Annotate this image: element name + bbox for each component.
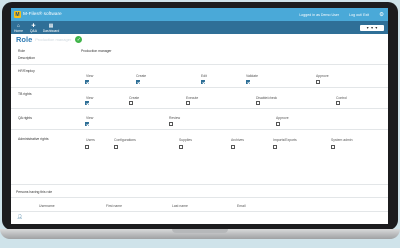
logo-letter: M [15,11,20,18]
tb-col-create: Create [129,96,140,100]
tb-col-view: View [86,96,94,100]
nav-dashboard-label: Dashboard [42,29,60,33]
tb-checkbox[interactable] [85,101,89,105]
qa-checkbox[interactable] [85,122,89,126]
hf-checkbox[interactable] [85,80,89,84]
hf-col-view: View [86,74,94,78]
check-icon[interactable]: ✓ [75,36,83,43]
logout-link[interactable]: Log out/ Exit [349,13,369,17]
description-label: Description [18,56,35,60]
admin-col-system-admin: System admin [331,138,353,142]
divider [11,184,388,185]
rights-label-admin: Administrative rights [18,137,49,141]
laptop-notch [172,229,228,233]
admin-checkbox[interactable] [179,145,183,149]
qa-col-review: Review [169,116,181,120]
hf-checkbox[interactable] [201,80,205,84]
top-right-area: Logged in as Demo User Log out/ Exit ⚙ [299,12,384,18]
admin-checkbox[interactable] [85,145,89,149]
users-col-lastname[interactable]: Last name [172,204,188,208]
admin-checkbox[interactable] [114,145,118,149]
admin-checkbox[interactable] [273,145,277,149]
title-bar: Role Production manager ✓ [11,34,388,45]
hf-col-validate: Validate [246,74,259,78]
user-icon[interactable]: 👤︎ [17,214,23,220]
qa-checkbox[interactable] [169,122,173,126]
admin-checkbox[interactable] [231,145,235,149]
hf-col-approve: Approve [316,74,329,78]
nav-home-label: Home [13,29,24,33]
rights-label-hf: HF/Employ [18,69,35,73]
tb-col-disable: Disable/check [256,96,278,100]
tb-checkbox[interactable] [256,101,260,105]
qa-checkbox[interactable] [276,122,280,126]
nav-dashboard[interactable]: ▦ Dashboard [41,23,61,34]
divider [11,211,388,212]
qa-col-approve: Approve [276,116,289,120]
tb-col-control: Control [336,96,347,100]
admin-col-archives: Archives [231,138,245,142]
hf-checkbox[interactable] [316,80,320,84]
tb-col-execute: Execute [186,96,199,100]
user-link[interactable]: Logged in as Demo User [299,13,339,17]
admin-col-users: Users [86,138,95,142]
nav-qa-label: Q&A [29,29,38,33]
gear-icon[interactable]: ⚙ [379,12,384,18]
divider [11,197,388,198]
page-title: Role [16,35,33,44]
role-value[interactable]: Production manager [81,49,112,53]
qa-col-view: View [86,116,94,120]
nav-action-button[interactable]: ▼ ▼ ▼ [360,25,384,31]
rights-label-qa: QA rights [18,116,32,120]
users-section-title: Persons having this role [16,190,53,194]
nav-home[interactable]: ⌂ Home [11,23,26,34]
divider [11,87,388,88]
page-subtitle: Production manager [35,37,72,42]
app-logo-icon[interactable]: M [14,11,21,18]
users-col-email[interactable]: Email [237,204,245,208]
divider [11,129,388,130]
rights-label-tb: TB rights [18,92,32,96]
divider [11,108,388,109]
admin-col-supplies: Supplies [179,138,193,142]
nav-qa[interactable]: ✚ Q&A [26,23,41,34]
users-col-firstname[interactable]: First name [106,204,122,208]
hf-col-edit: Edit [201,74,207,78]
admin-col-imports: Imports/Exports [273,138,297,142]
brand-name: M-Files® software [23,12,62,17]
divider [11,64,388,65]
tb-checkbox[interactable] [186,101,190,105]
users-col-username[interactable]: Username [39,204,55,208]
nav-bar: ⌂ Home ✚ Q&A ▦ Dashboard ▼ ▼ ▼ [11,21,388,34]
hf-col-create: Create [136,74,147,78]
tb-checkbox[interactable] [129,101,133,105]
admin-checkbox[interactable] [331,145,335,149]
hf-checkbox[interactable] [136,80,140,84]
tb-checkbox[interactable] [336,101,340,105]
top-bar: M M-Files® software Logged in as Demo Us… [11,8,388,21]
admin-col-configurations: Configurations [114,138,136,142]
hf-checkbox[interactable] [246,80,250,84]
app-screen: M M-Files® software Logged in as Demo Us… [11,8,388,224]
role-label: Role [18,49,25,53]
